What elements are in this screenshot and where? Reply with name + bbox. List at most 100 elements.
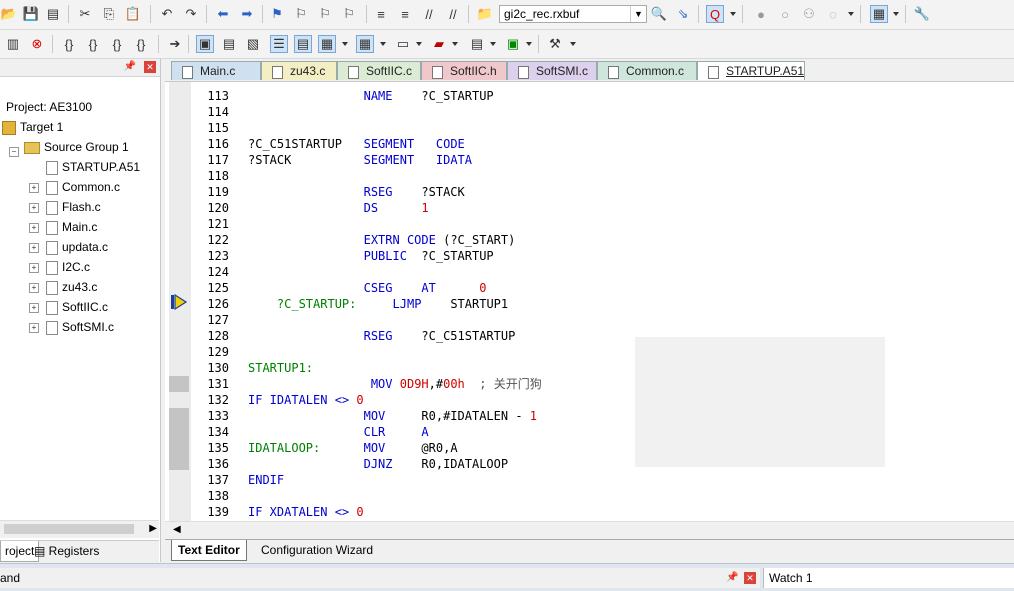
find-in-files-icon[interactable]: 📁 xyxy=(476,5,494,23)
expand-icon[interactable]: + xyxy=(29,323,39,333)
brace-icon[interactable]: {} xyxy=(132,35,150,53)
chevron-down-icon[interactable] xyxy=(893,12,899,16)
brace-icon[interactable]: {} xyxy=(60,35,78,53)
undo-icon[interactable]: ↶ xyxy=(158,5,176,23)
tree-file[interactable]: Main.c xyxy=(46,217,97,237)
tree-file[interactable]: Common.c xyxy=(46,177,120,197)
incremental-find-icon[interactable]: ⇘ xyxy=(674,5,692,23)
translate-icon[interactable]: ▥ xyxy=(4,35,22,53)
expand-icon[interactable]: + xyxy=(29,243,39,253)
tree-root[interactable]: Project: AE3100 xyxy=(6,97,92,117)
chevron-down-icon[interactable] xyxy=(570,42,576,46)
close-icon[interactable]: ✕ xyxy=(744,572,756,584)
registers-icon[interactable]: ☰ xyxy=(270,35,288,53)
nav-back-icon[interactable]: ⬅ xyxy=(214,5,232,23)
uncomment-icon[interactable]: // xyxy=(444,5,462,23)
nav-forward-icon[interactable]: ➡ xyxy=(238,5,256,23)
find-icon[interactable]: 🔍 xyxy=(650,5,668,23)
copy-icon[interactable]: ⎘ xyxy=(100,5,118,23)
tree-target[interactable]: Target 1 xyxy=(2,117,63,137)
tree-file[interactable]: Flash.c xyxy=(46,197,101,217)
tab-main-c[interactable]: Main.c xyxy=(171,61,261,80)
brace-icon[interactable]: {} xyxy=(108,35,126,53)
disassembly-icon[interactable]: ▤ xyxy=(220,35,238,53)
close-icon[interactable]: ✕ xyxy=(144,61,156,73)
pin-icon[interactable]: 📌 xyxy=(726,568,738,588)
symbols-icon[interactable]: ▧ xyxy=(244,35,262,53)
bookmark-prev-icon[interactable]: ⚐ xyxy=(292,5,310,23)
chevron-down-icon[interactable] xyxy=(848,12,854,16)
indent-icon[interactable]: ≡ xyxy=(372,5,390,23)
run-to-cursor-icon[interactable]: ➔ xyxy=(166,35,184,53)
tab-registers[interactable]: ▤ Registers xyxy=(30,541,103,561)
bookmark-icon[interactable]: ⚑ xyxy=(268,5,286,23)
target-select[interactable]: gi2c_rec.rxbuf ▼ xyxy=(499,5,647,23)
tab-zu43-c[interactable]: zu43.c xyxy=(261,61,337,80)
brace-icon[interactable]: {} xyxy=(84,35,102,53)
project-hscrollbar[interactable]: ▶ xyxy=(0,520,159,538)
tree-group[interactable]: Source Group 1 xyxy=(24,137,129,157)
expand-icon[interactable]: + xyxy=(29,203,39,213)
analysis-icon[interactable]: ▰ xyxy=(430,35,448,53)
configure-icon[interactable]: 🔧 xyxy=(913,5,931,23)
expand-icon[interactable]: + xyxy=(29,303,39,313)
bookmark-next-icon[interactable]: ⚐ xyxy=(316,5,334,23)
breakpoint-disable-icon[interactable]: ⚇ xyxy=(800,5,818,23)
breakpoint-kill-icon[interactable]: ◌ xyxy=(824,5,842,23)
pin-icon[interactable]: 📌 xyxy=(124,61,136,72)
tab-startup-a51[interactable]: STARTUP.A51 xyxy=(697,61,805,80)
serial-icon[interactable]: ▭ xyxy=(394,35,412,53)
breakpoint-enable-icon[interactable]: ○ xyxy=(776,5,794,23)
breakpoint-icon[interactable]: ● xyxy=(752,5,770,23)
chevron-down-icon[interactable] xyxy=(416,42,422,46)
cut-icon[interactable]: ✂ xyxy=(76,5,94,23)
chevron-down-icon[interactable] xyxy=(526,42,532,46)
chevron-down-icon[interactable]: ▼ xyxy=(630,6,646,22)
window-layout-icon[interactable]: ▦ xyxy=(870,5,888,23)
tab-softiic-h[interactable]: SoftIIC.h xyxy=(421,61,507,80)
scroll-thumb[interactable] xyxy=(4,524,134,534)
chevron-down-icon[interactable] xyxy=(380,42,386,46)
chevron-down-icon[interactable] xyxy=(490,42,496,46)
tab-common-c[interactable]: Common.c xyxy=(597,61,697,80)
expand-icon[interactable]: + xyxy=(29,223,39,233)
tree-file[interactable]: zu43.c xyxy=(46,277,97,297)
chevron-down-icon[interactable] xyxy=(452,42,458,46)
redo-icon[interactable]: ↷ xyxy=(182,5,200,23)
tab-softiic-c[interactable]: SoftIIC.c xyxy=(337,61,421,80)
tab-softsmi-c[interactable]: SoftSMI.c xyxy=(507,61,597,80)
tree-file[interactable]: I2C.c xyxy=(46,257,90,277)
chevron-down-icon[interactable] xyxy=(730,12,736,16)
system-viewer-icon[interactable]: ▣ xyxy=(504,35,522,53)
unindent-icon[interactable]: ≡ xyxy=(396,5,414,23)
tree-file[interactable]: SoftIIC.c xyxy=(46,297,108,317)
debug-session-icon[interactable]: Q xyxy=(706,5,724,23)
toolbox-icon[interactable]: ⚒ xyxy=(546,35,564,53)
tree-file[interactable]: SoftSMI.c xyxy=(46,317,114,337)
code-editor[interactable]: 113 114 115 116 117 118 119 120 121 122 123 124 125 1… xyxy=(165,81,1014,522)
tab-configuration-wizard[interactable]: Configuration Wizard xyxy=(255,540,379,560)
command-window-icon[interactable]: ▣ xyxy=(196,35,214,53)
expand-icon[interactable]: + xyxy=(29,183,39,193)
scroll-left-icon[interactable]: ◀ xyxy=(173,524,181,535)
bookmark-clear-icon[interactable]: ⚐ xyxy=(340,5,358,23)
editor-hscrollbar[interactable]: ◀ xyxy=(165,521,1014,539)
watch-icon[interactable]: ▦ xyxy=(318,35,336,53)
stop-build-icon[interactable]: ⊗ xyxy=(28,35,46,53)
call-stack-icon[interactable]: ▤ xyxy=(294,35,312,53)
save-all-icon[interactable]: ▤ xyxy=(44,5,62,23)
tree-file[interactable]: updata.c xyxy=(46,237,108,257)
trace-icon[interactable]: ▤ xyxy=(468,35,486,53)
memory-icon[interactable]: ▦ xyxy=(356,35,374,53)
save-icon[interactable]: 💾 xyxy=(22,5,40,23)
comment-icon[interactable]: // xyxy=(420,5,438,23)
open-folder-icon[interactable]: 📂 xyxy=(0,5,18,23)
paste-icon[interactable]: 📋 xyxy=(124,5,142,23)
expand-icon[interactable]: + xyxy=(29,263,39,273)
expand-icon[interactable]: + xyxy=(29,283,39,293)
collapse-icon[interactable]: − xyxy=(9,147,19,157)
tab-text-editor[interactable]: Text Editor xyxy=(171,540,247,561)
scroll-right-icon[interactable]: ▶ xyxy=(149,523,157,534)
tree-file[interactable]: STARTUP.A51 xyxy=(46,157,140,177)
chevron-down-icon[interactable] xyxy=(342,42,348,46)
